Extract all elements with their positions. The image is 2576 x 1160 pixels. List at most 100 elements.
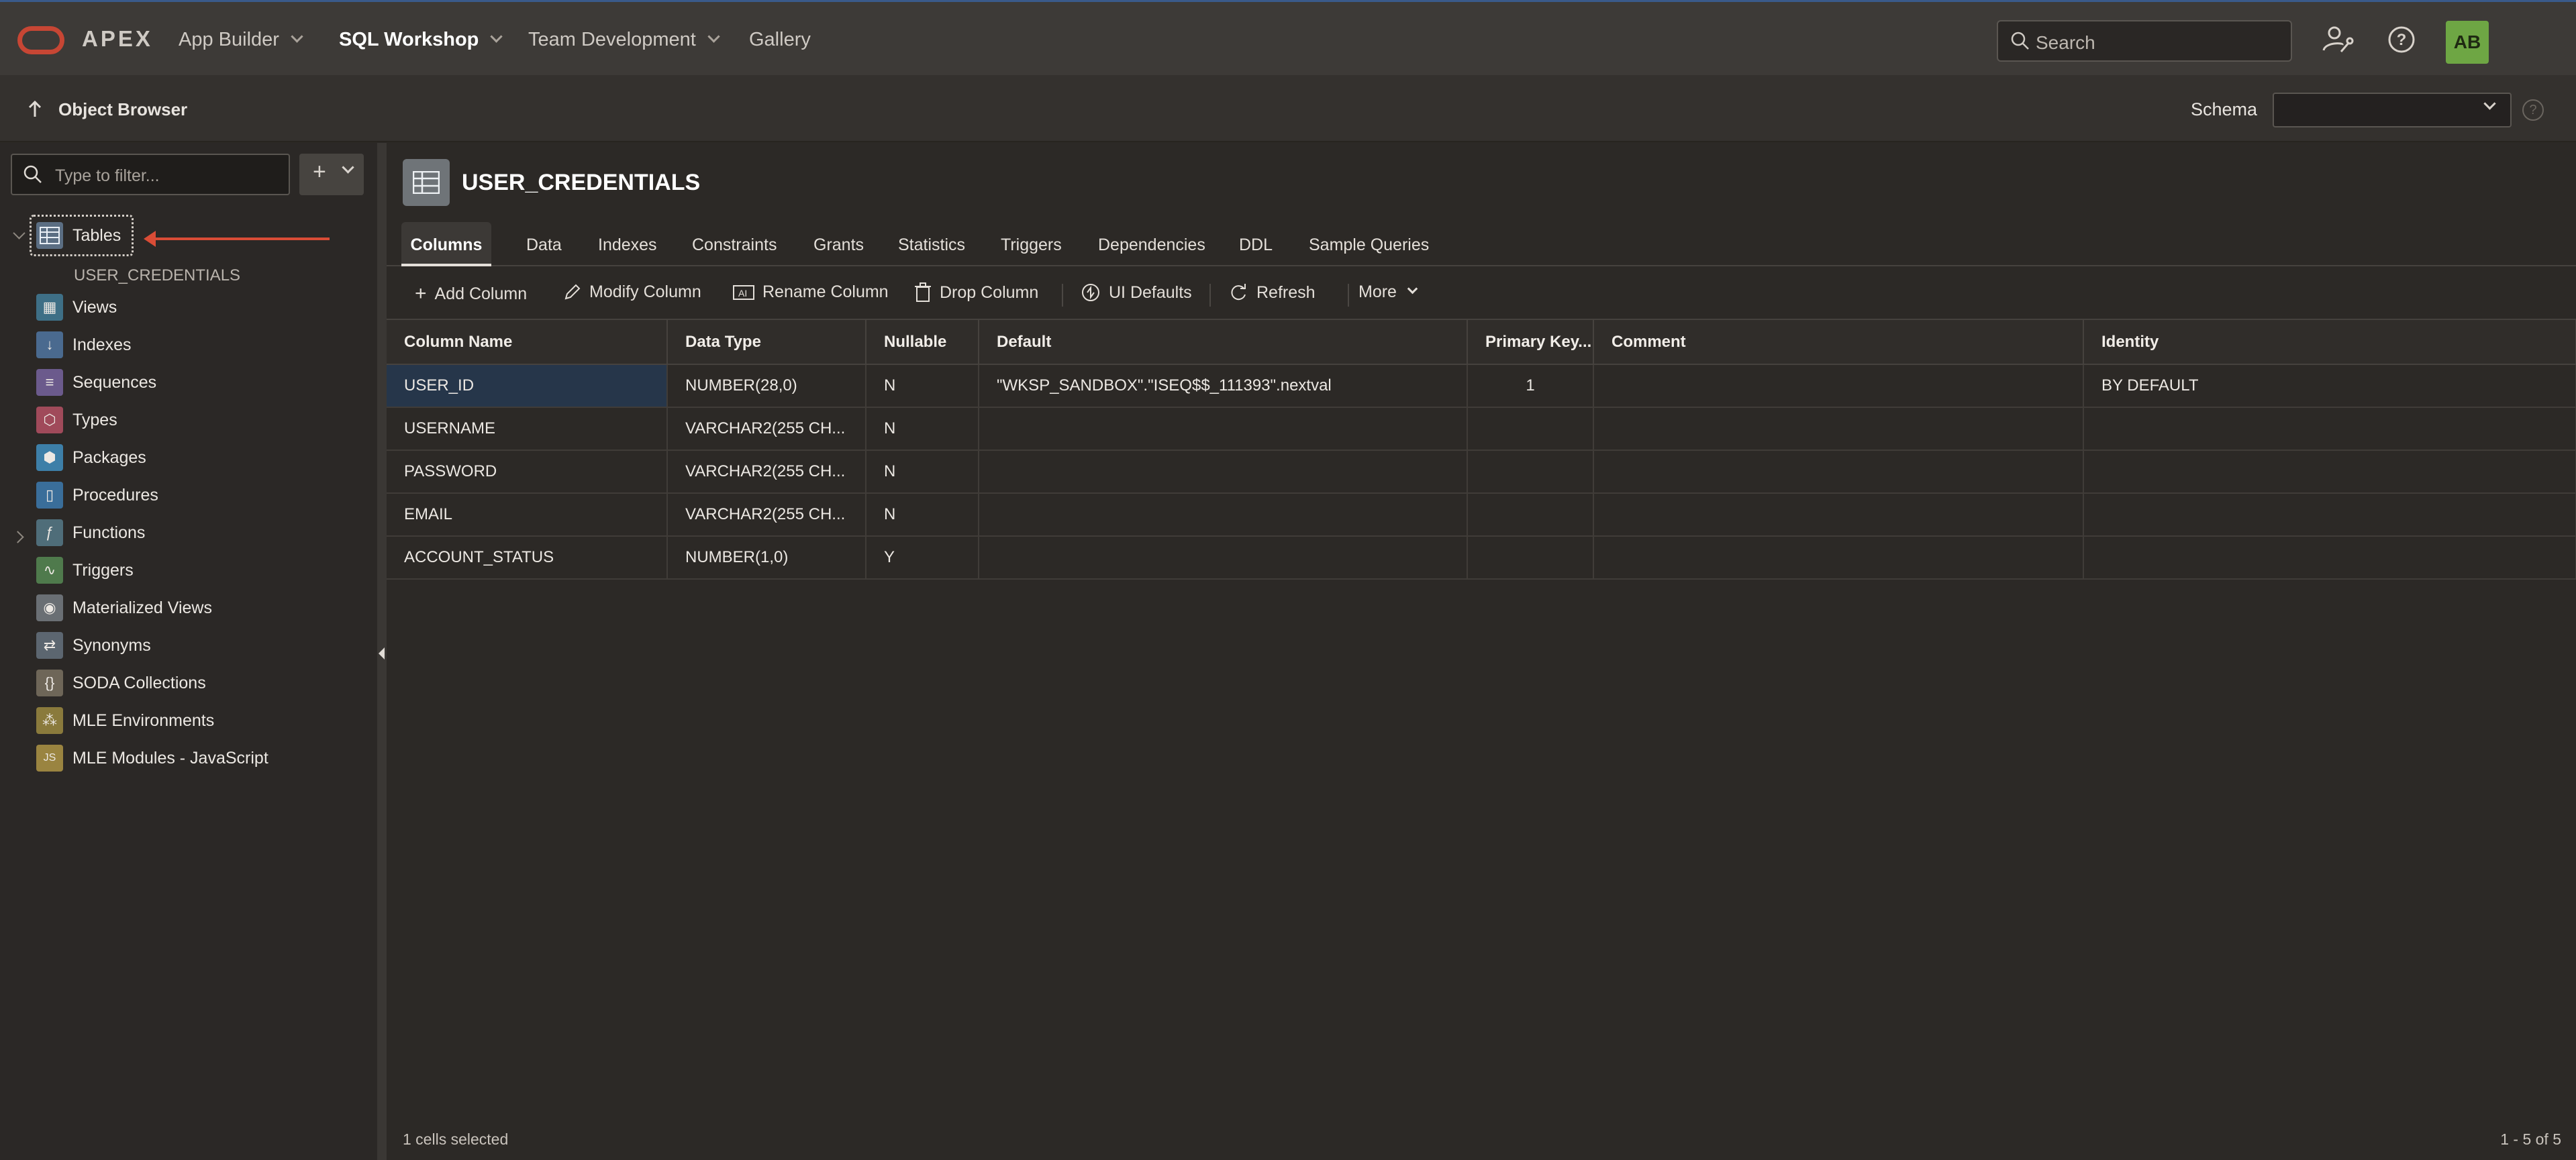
arrow-up-icon[interactable] [26,99,44,119]
tab-ddl[interactable]: DDL [1239,222,1273,266]
tree-item-mle-environments[interactable]: ⁂ MLE Environments [36,706,214,735]
grid-cell[interactable] [1467,407,1594,451]
grid-cell[interactable] [2083,493,2576,537]
grid-cell[interactable] [1467,493,1594,537]
tree-filter-input[interactable]: Type to filter... [11,154,290,195]
rename-column-button[interactable]: AI Rename Column [733,282,889,302]
table-row[interactable]: EMAIL VARCHAR2(255 CH... N [387,493,2576,537]
types-icon: ⬡ [36,407,63,433]
drop-column-button[interactable]: Drop Column [914,282,1038,303]
nav-gallery[interactable]: Gallery [749,29,811,51]
grid-cell[interactable]: NUMBER(1,0) [667,536,866,580]
tree-item-views[interactable]: ▦ Views [36,293,117,322]
grid-cell[interactable] [1593,407,2084,451]
tab-triggers[interactable]: Triggers [1001,222,1062,266]
nav-sql-workshop[interactable]: SQL Workshop [339,29,503,51]
expand-tables-chevron-icon[interactable] [13,227,26,240]
grid-cell[interactable]: VARCHAR2(255 CH... [667,407,866,451]
grid-cell[interactable] [1593,364,2084,408]
tree-item-functions[interactable]: ƒ Functions [36,518,145,547]
tab-sample-queries[interactable]: Sample Queries [1309,222,1429,266]
tab-statistics[interactable]: Statistics [898,222,965,266]
grid-cell[interactable] [1467,536,1594,580]
administration-user-wrench-icon[interactable] [2318,21,2356,58]
column-header-nullable[interactable]: Nullable [866,320,979,365]
collapse-sidebar-icon[interactable] [379,647,385,660]
grid-cell[interactable]: Y [866,536,979,580]
tab-columns[interactable]: Columns [401,222,491,266]
grid-cell[interactable] [1593,450,2084,494]
table-row[interactable]: PASSWORD VARCHAR2(255 CH... N [387,450,2576,494]
grid-cell[interactable]: VARCHAR2(255 CH... [667,493,866,537]
schema-help-icon[interactable]: ? [2522,99,2544,121]
table-row[interactable]: USERNAME VARCHAR2(255 CH... N [387,407,2576,451]
sidebar-splitter[interactable] [377,143,387,1160]
tree-item-tables[interactable]: Tables [36,221,121,250]
tab-indexes[interactable]: Indexes [598,222,657,266]
grid-cell[interactable]: ACCOUNT_STATUS [387,536,668,580]
apex-brand[interactable]: APEX [82,26,153,52]
refresh-button[interactable]: Refresh [1228,282,1316,303]
grid-cell[interactable]: NUMBER(28,0) [667,364,866,408]
grid-cell[interactable]: EMAIL [387,493,668,537]
grid-cell[interactable]: PASSWORD [387,450,668,494]
nav-team-development[interactable]: Team Development [528,29,720,51]
tab-data[interactable]: Data [526,222,562,266]
table-row[interactable]: USER_ID NUMBER(28,0) N "WKSP_SANDBOX"."I… [387,364,2576,408]
tab-dependencies[interactable]: Dependencies [1098,222,1205,266]
tree-item-sequences[interactable]: ≡ Sequences [36,368,156,397]
help-icon[interactable]: ? [2383,21,2420,58]
tree-item-indexes[interactable]: ↓ Indexes [36,330,132,360]
column-header-primary-key[interactable]: Primary Key... [1467,320,1594,365]
tree-item-procedures[interactable]: ▯ Procedures [36,480,158,510]
grid-cell[interactable] [2083,536,2576,580]
grid-cell[interactable]: N [866,364,979,408]
grid-cell[interactable]: 1 [1467,364,1594,408]
more-menu-button[interactable]: More [1358,282,1418,302]
oracle-logo-icon[interactable] [17,26,64,54]
grid-cell[interactable]: BY DEFAULT [2083,364,2576,408]
grid-cell[interactable]: USER_ID [387,364,668,408]
column-header-identity[interactable]: Identity [2083,320,2576,365]
ui-defaults-button[interactable]: UI Defaults [1081,282,1192,303]
tree-item-user-credentials[interactable]: USER_CREDENTIALS [74,266,240,285]
grid-cell[interactable] [979,450,1468,494]
tree-item-materialized-views[interactable]: ◉ Materialized Views [36,593,212,623]
tree-item-types[interactable]: ⬡ Types [36,405,117,435]
ui-defaults-icon [1082,284,1099,301]
grid-cell[interactable] [979,407,1468,451]
add-column-button[interactable]: + Add Column [415,282,527,305]
tab-constraints[interactable]: Constraints [692,222,777,266]
grid-cell[interactable] [1467,450,1594,494]
grid-cell[interactable]: N [866,450,979,494]
grid-cell[interactable]: N [866,493,979,537]
grid-cell[interactable] [2083,407,2576,451]
tree-item-synonyms[interactable]: ⇄ Synonyms [36,631,151,660]
tree-item-triggers[interactable]: ∿ Triggers [36,556,134,585]
grid-cell[interactable] [979,536,1468,580]
tree-item-soda-collections[interactable]: {} SODA Collections [36,668,206,698]
grid-cell[interactable]: "WKSP_SANDBOX"."ISEQ$$_111393".nextval [979,364,1468,408]
column-header-default[interactable]: Default [979,320,1468,365]
column-header-comment[interactable]: Comment [1593,320,2084,365]
tree-item-packages[interactable]: ⬢ Packages [36,443,146,472]
column-header-column-name[interactable]: Column Name [387,320,668,365]
global-search-input[interactable]: Search [1997,20,2292,62]
grid-cell[interactable]: VARCHAR2(255 CH... [667,450,866,494]
create-object-button[interactable]: + [299,154,364,195]
schema-select[interactable] [2273,93,2512,127]
grid-cell[interactable]: N [866,407,979,451]
grid-cell[interactable] [2083,450,2576,494]
user-avatar[interactable]: AB [2446,21,2489,64]
expand-functions-chevron-icon[interactable] [11,531,24,543]
column-header-data-type[interactable]: Data Type [667,320,866,365]
tab-grants[interactable]: Grants [813,222,864,266]
table-row[interactable]: ACCOUNT_STATUS NUMBER(1,0) Y [387,536,2576,580]
nav-app-builder[interactable]: App Builder [179,29,303,51]
grid-cell[interactable] [1593,536,2084,580]
grid-cell[interactable] [1593,493,2084,537]
tree-item-mle-modules-javascript[interactable]: JS MLE Modules - JavaScript [36,743,268,773]
modify-column-button[interactable]: Modify Column [562,282,701,302]
grid-cell[interactable]: USERNAME [387,407,668,451]
grid-cell[interactable] [979,493,1468,537]
